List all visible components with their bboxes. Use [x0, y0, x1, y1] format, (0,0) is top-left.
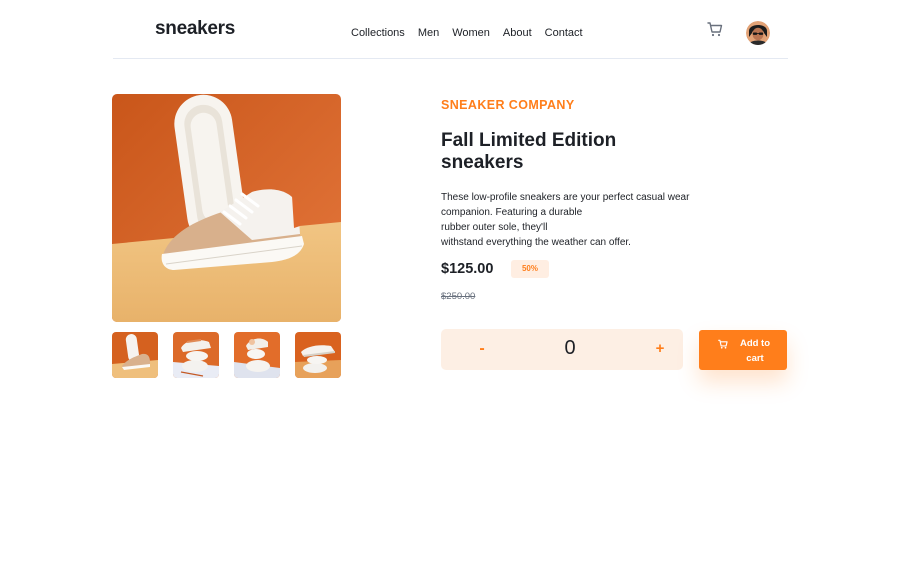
nav-link-men[interactable]: Men	[418, 27, 439, 39]
main-nav: Collections Men Women About Contact	[351, 27, 596, 39]
nav-link-women[interactable]: Women	[452, 27, 490, 39]
cart-icon[interactable]	[707, 21, 723, 37]
product-title: Fall Limited Edition sneakers	[441, 130, 617, 173]
original-price: $250.00	[441, 291, 476, 302]
user-avatar[interactable]	[746, 21, 770, 45]
nav-link-collections[interactable]: Collections	[351, 27, 405, 39]
description-line: These low-profile sneakers are your perf…	[441, 192, 690, 203]
thumbnail-3[interactable]	[234, 332, 280, 378]
add-to-cart-button[interactable]: Add to cart	[699, 330, 787, 370]
quantity-stepper: - 0 +	[441, 329, 683, 370]
description-line: withstand everything the weather can off…	[441, 237, 631, 248]
thumbnail-2[interactable]	[173, 332, 219, 378]
add-to-cart-label: Add to cart	[739, 338, 771, 364]
sneaker-photo[interactable]	[112, 94, 341, 322]
nav-link-contact[interactable]: Contact	[545, 27, 583, 39]
quantity-value: 0	[564, 337, 576, 359]
discount-badge: 50%	[511, 260, 549, 278]
description-line: rubber outer sole, they'll	[441, 222, 548, 233]
cart-icon	[718, 336, 728, 349]
header-divider	[113, 58, 788, 59]
current-price: $125.00	[441, 261, 494, 277]
brand-logo[interactable]: sneakers	[155, 18, 235, 40]
thumbnail-4[interactable]	[295, 332, 341, 378]
thumbnail-1[interactable]	[112, 332, 158, 378]
product-description: These low-profile sneakers are your perf…	[441, 190, 721, 250]
company-label: SNEAKER COMPANY	[441, 98, 575, 112]
nav-link-about[interactable]: About	[503, 27, 532, 39]
increase-quantity-button[interactable]: +	[653, 339, 667, 359]
description-line: companion. Featuring a durable	[441, 207, 583, 218]
decrease-quantity-button[interactable]: -	[475, 339, 489, 359]
